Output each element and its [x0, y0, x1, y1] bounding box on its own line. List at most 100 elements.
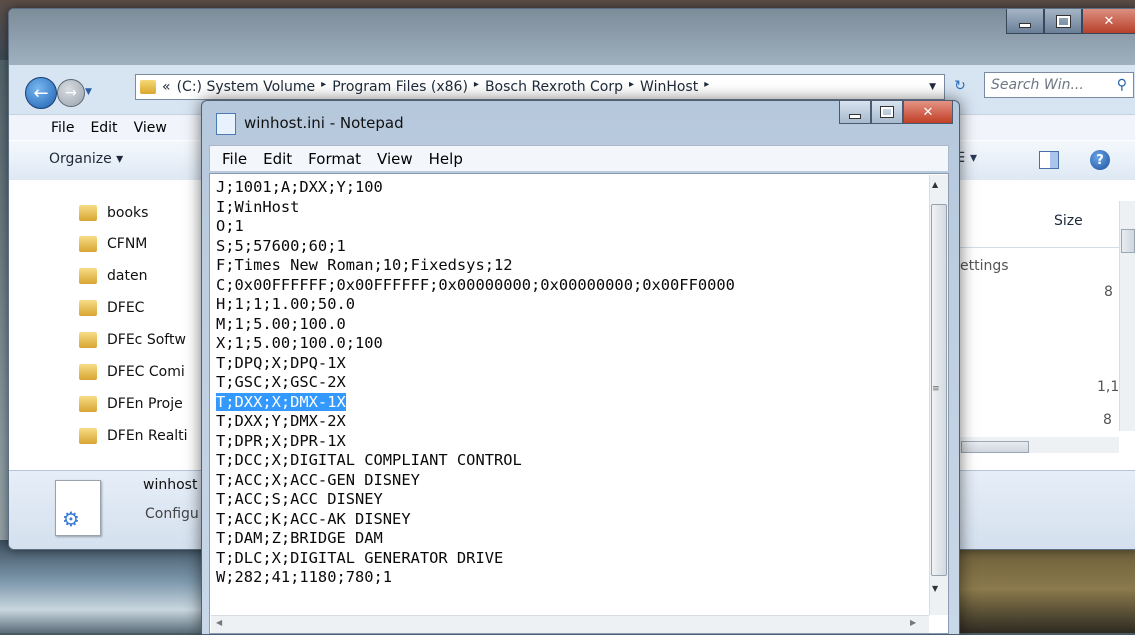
- text-line[interactable]: T;DLC;X;DIGITAL GENERATOR DRIVE: [216, 549, 735, 569]
- explorer-scroll-thumb[interactable]: [1121, 229, 1135, 253]
- text-line[interactable]: T;DXX;Y;DMX-2X: [216, 412, 735, 432]
- line-text: S;5;57600;60;1: [216, 236, 346, 255]
- folder-icon: [79, 428, 97, 444]
- text-line[interactable]: J;1001;A;DXX;Y;100: [216, 178, 735, 198]
- menu-edit[interactable]: Edit: [90, 120, 117, 136]
- menu-file[interactable]: File: [51, 120, 74, 136]
- organize-button[interactable]: Organize ▾: [49, 151, 123, 167]
- notepad-close-button[interactable]: ✕: [903, 101, 953, 124]
- maximize-button[interactable]: [1044, 9, 1082, 34]
- scroll-left-icon[interactable]: ◀: [216, 618, 222, 627]
- text-line[interactable]: M;1;5.00;100.0: [216, 315, 735, 335]
- text-line[interactable]: T;DCC;X;DIGITAL COMPLIANT CONTROL: [216, 451, 735, 471]
- text-line[interactable]: T;DXX;X;DMX-1X: [216, 392, 735, 413]
- column-divider: [949, 247, 1119, 248]
- scroll-grip-icon: ≡: [932, 384, 940, 394]
- explorer-hscroll-thumb[interactable]: [961, 441, 1029, 453]
- text-line[interactable]: T;GSC;X;GSC-2X: [216, 373, 735, 393]
- details-file-name: winhost: [143, 477, 198, 493]
- nav-folder-item[interactable]: DFEn Realti: [79, 428, 188, 444]
- breadcrumb-separator-icon[interactable]: ▸: [629, 79, 634, 95]
- menu-file[interactable]: File: [222, 150, 247, 168]
- nav-folder-item[interactable]: books: [79, 205, 148, 221]
- back-arrow-icon[interactable]: ←: [25, 77, 57, 109]
- size-value: 1,1: [1097, 379, 1120, 395]
- line-text: T;DPR;X;DPR-1X: [216, 431, 346, 450]
- text-line[interactable]: T;DPR;X;DPR-1X: [216, 432, 735, 452]
- notepad-icon: [216, 113, 236, 135]
- nav-folder-item[interactable]: CFNM: [79, 236, 147, 252]
- search-input[interactable]: Search Win... ⚲: [984, 72, 1134, 98]
- menu-format[interactable]: Format: [308, 150, 361, 168]
- breadcrumb-item[interactable]: (C:) System Volume: [177, 79, 316, 95]
- nav-folder-item[interactable]: DFEn Proje: [79, 396, 183, 412]
- help-icon[interactable]: ?: [1090, 150, 1110, 170]
- text-line[interactable]: F;Times New Roman;10;Fixedsys;12: [216, 256, 735, 276]
- nav-folder-item[interactable]: DFEC: [79, 300, 144, 316]
- scroll-right-icon[interactable]: ▶: [910, 618, 916, 627]
- breadcrumb-separator-icon[interactable]: ▸: [474, 79, 479, 95]
- nav-folder-label: DFEn Proje: [107, 396, 183, 412]
- scroll-down-icon[interactable]: ▼: [932, 584, 938, 593]
- menu-view[interactable]: View: [134, 120, 167, 136]
- notepad-horizontal-scrollbar[interactable]: [211, 615, 929, 633]
- selected-text: T;DXX;X;DMX-1X: [216, 392, 346, 411]
- folder-icon: [79, 300, 97, 316]
- menu-help[interactable]: Help: [429, 150, 463, 168]
- text-line[interactable]: X;1;5.00;100.0;100: [216, 334, 735, 354]
- folder-icon: [140, 80, 156, 94]
- text-line[interactable]: T;ACC;S;ACC DISNEY: [216, 490, 735, 510]
- address-bar[interactable]: « (C:) System Volume ▸ Program Files (x8…: [135, 74, 945, 100]
- editor-text[interactable]: J;1001;A;DXX;Y;100 I;WinHost O;1 S;5;57600;…: [216, 178, 735, 588]
- nav-folder-item[interactable]: DFEc Softw: [79, 332, 186, 348]
- breadcrumb-item[interactable]: WinHost: [640, 79, 698, 95]
- text-line[interactable]: H;1;1;1.00;50.0: [216, 295, 735, 315]
- notepad-maximize-button[interactable]: [871, 101, 903, 124]
- minimize-button[interactable]: [1006, 9, 1044, 34]
- menu-view[interactable]: View: [377, 150, 413, 168]
- column-header-size[interactable]: Size: [1054, 213, 1083, 229]
- text-line[interactable]: W;282;41;1180;780;1: [216, 568, 735, 588]
- search-icon[interactable]: ⚲: [1117, 77, 1127, 93]
- column-header-settings[interactable]: ettings: [960, 258, 1009, 274]
- menu-edit[interactable]: Edit: [263, 150, 292, 168]
- breadcrumb-separator-icon[interactable]: ▸: [704, 79, 709, 95]
- notepad-window-controls: ✕: [839, 101, 953, 124]
- navigation-pane: books CFNM daten DFEC DFEc Softw DFEC Co…: [9, 180, 209, 470]
- notepad-minimize-button[interactable]: [839, 101, 871, 124]
- text-line[interactable]: T;ACC;X;ACC-GEN DISNEY: [216, 471, 735, 491]
- scroll-up-icon[interactable]: ▲: [932, 180, 938, 189]
- forward-arrow-icon[interactable]: →: [57, 79, 85, 107]
- text-line[interactable]: S;5;57600;60;1: [216, 237, 735, 257]
- line-text: W;282;41;1180;780;1: [216, 568, 393, 586]
- breadcrumb-separator-icon[interactable]: ▸: [321, 79, 326, 95]
- breadcrumb-item[interactable]: Bosch Rexroth Corp: [485, 79, 623, 95]
- line-text: F;Times New Roman;10;Fixedsys;12: [216, 256, 513, 274]
- text-line[interactable]: I;WinHost: [216, 198, 735, 218]
- refresh-icon[interactable]: ↻: [947, 74, 973, 98]
- folder-icon: [79, 268, 97, 284]
- nav-folder-item[interactable]: daten: [79, 268, 147, 284]
- explorer-window-controls: ✕: [1006, 9, 1135, 34]
- line-text: H;1;1;1.00;50.0: [216, 295, 355, 313]
- folder-icon: [79, 236, 97, 252]
- address-dropdown-icon[interactable]: ▼: [929, 82, 936, 92]
- recent-pages-dropdown-icon[interactable]: ▼: [85, 87, 92, 97]
- address-overflow[interactable]: «: [162, 79, 171, 95]
- breadcrumb-item[interactable]: Program Files (x86): [332, 79, 468, 95]
- line-text: X;1;5.00;100.0;100: [216, 334, 383, 352]
- line-text: T;DXX;Y;DMX-2X: [216, 412, 346, 430]
- preview-pane-icon[interactable]: [1039, 151, 1059, 169]
- line-text: T;ACC;X;ACC-GEN DISNEY: [216, 470, 420, 489]
- gear-icon: ⚙: [62, 507, 80, 531]
- text-line[interactable]: T;ACC;K;ACC-AK DISNEY: [216, 510, 735, 530]
- text-line[interactable]: O;1: [216, 217, 735, 237]
- text-line[interactable]: T;DPQ;X;DPQ-1X: [216, 354, 735, 374]
- text-line[interactable]: C;0x00FFFFFF;0x00FFFFFF;0x00000000;0x000…: [216, 276, 735, 296]
- text-editor[interactable]: J;1001;A;DXX;Y;100 I;WinHost O;1 S;5;57600;…: [209, 173, 949, 634]
- text-line[interactable]: T;DAM;Z;BRIDGE DAM: [216, 529, 735, 549]
- folder-icon: [79, 332, 97, 348]
- line-text: O;1: [216, 217, 244, 235]
- nav-folder-item[interactable]: DFEC Comi: [79, 364, 185, 380]
- close-button[interactable]: ✕: [1082, 9, 1135, 34]
